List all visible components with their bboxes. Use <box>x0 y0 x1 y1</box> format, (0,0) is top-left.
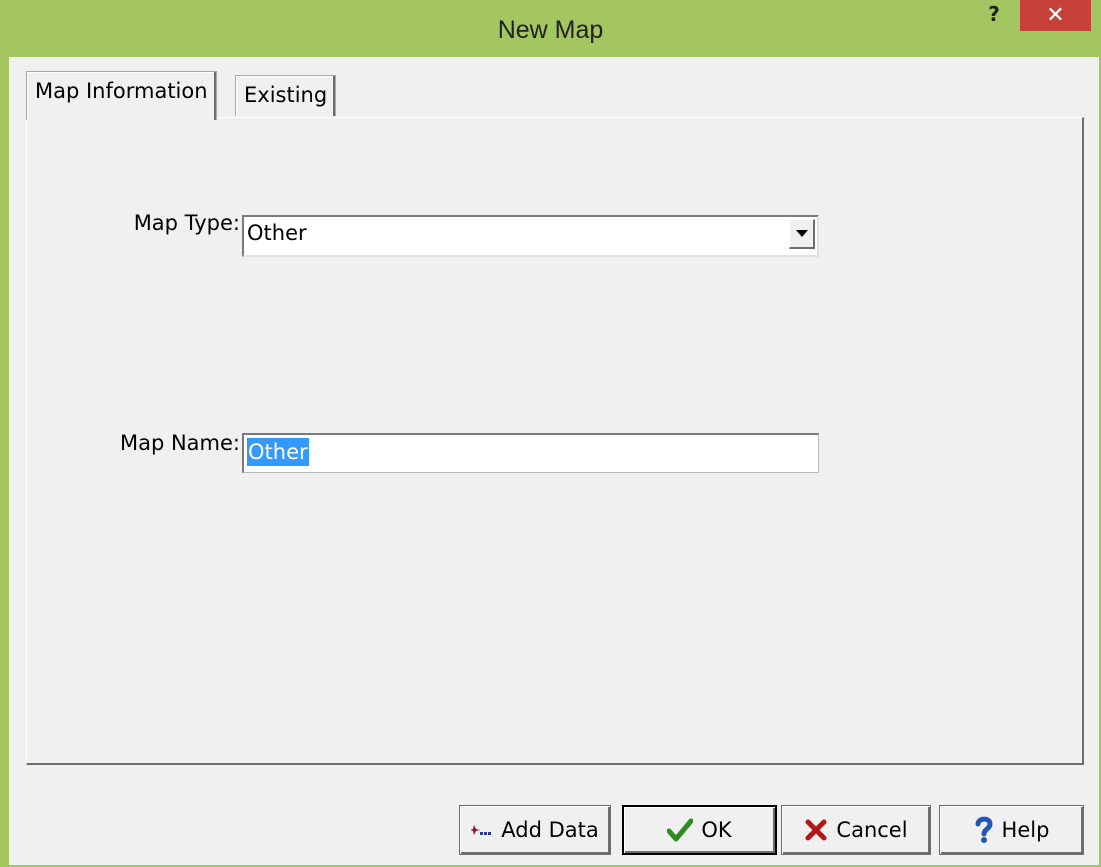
add-data-label: Add Data <box>501 818 599 842</box>
ok-button[interactable]: OK <box>622 805 777 855</box>
help-button[interactable]: Help <box>939 805 1084 855</box>
close-button[interactable]: ✕ <box>1020 0 1091 31</box>
ok-label: OK <box>701 818 732 842</box>
map-name-label: Map Name: <box>119 431 240 455</box>
dialog-client-area: Map Information Existing Map Type: Other… <box>9 57 1099 865</box>
add-data-button[interactable]: Add Data <box>459 805 611 855</box>
tab-panel: Map Type: Other Map Name: Other <box>26 117 1084 765</box>
dropdown-button[interactable] <box>789 219 815 249</box>
x-icon <box>805 819 827 841</box>
help-label: Help <box>1001 818 1050 842</box>
tab-label: Existing <box>244 83 328 107</box>
map-type-value: Other <box>247 221 307 245</box>
tab-existing[interactable]: Existing <box>235 75 337 116</box>
window-title: New Map <box>497 16 604 44</box>
cancel-button[interactable]: Cancel <box>781 805 931 855</box>
title-bar: New Map ? ✕ <box>0 0 1101 57</box>
add-data-icon <box>471 825 492 835</box>
chevron-down-icon <box>796 230 808 237</box>
tab-label: Map Information <box>35 79 208 103</box>
help-context-icon[interactable]: ? <box>982 2 1006 26</box>
tab-map-information[interactable]: Map Information <box>26 71 217 120</box>
map-type-label: Map Type: <box>133 211 240 235</box>
checkmark-icon <box>667 818 694 842</box>
map-name-input[interactable]: Other <box>242 433 819 473</box>
map-type-select[interactable]: Other <box>242 215 819 257</box>
cancel-label: Cancel <box>836 818 908 842</box>
selected-text: Other <box>247 438 309 466</box>
question-mark-icon <box>975 816 993 843</box>
